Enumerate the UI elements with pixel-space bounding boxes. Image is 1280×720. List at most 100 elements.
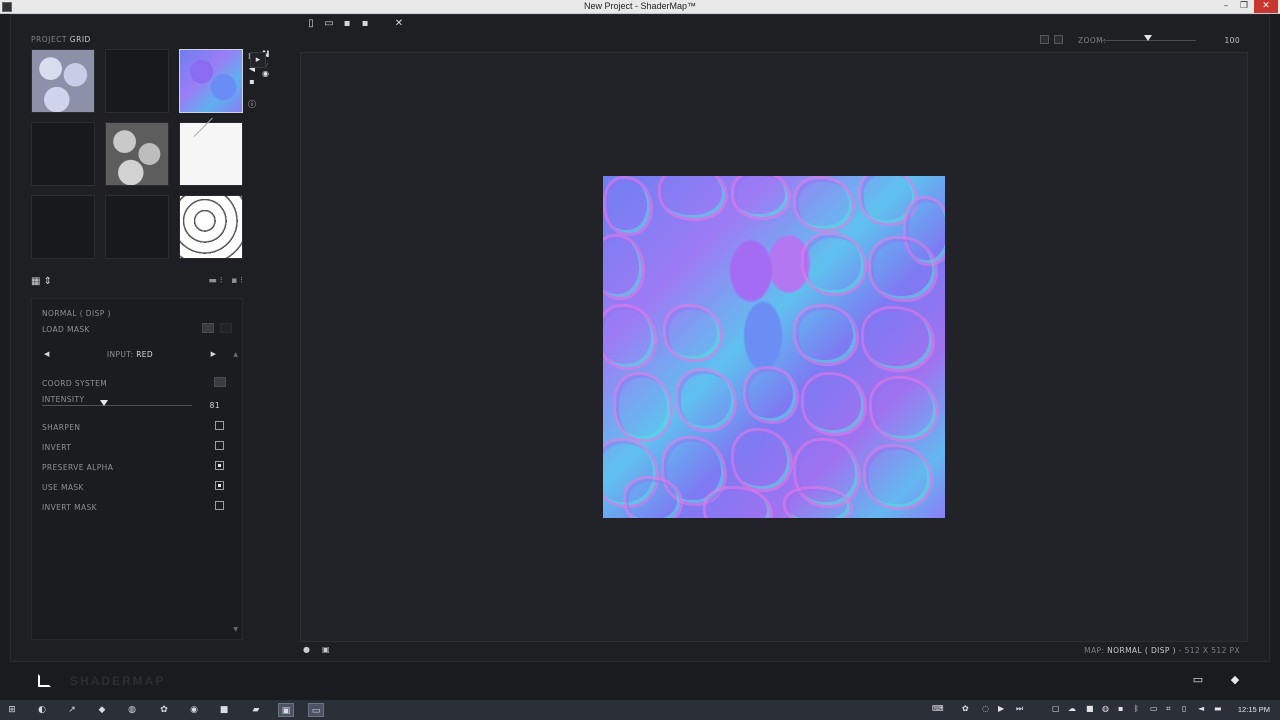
fit-view-button[interactable] [1040,35,1049,44]
load-mask-button[interactable] [202,323,214,333]
taskbar-clock: 12:15 PM [1237,705,1270,714]
grid-cell-empty[interactable] [105,49,169,113]
tray-app-icon[interactable]: ✿ [962,704,969,713]
os-taskbar: ⊞ ◐ ↗ ◆ ◍ ✿ ◉ ■ ▰ ▣ ▭ ⌨ ✿ ◌ ▶ ⏭ ▢ ☁ ■ ◍ … [0,700,1280,720]
normal-map-stone [603,176,653,236]
tray-app-icon[interactable]: ■ [1086,704,1094,713]
add-node-button[interactable]: ▸ [250,52,266,68]
properties-panel: NORMAL ( DISP ) LOAD MASK ▲ ◀ INPUT: RED… [31,298,243,640]
normal-map-stone [801,372,867,436]
grid-cell-diffuse[interactable] [31,49,95,113]
grid-file-icons[interactable]: ▬ ⁝ ▪ ⁝ [208,276,243,286]
option-checkbox[interactable] [215,481,224,490]
tray-app-icon[interactable]: ▭ [1150,704,1158,713]
coord-system-row: COORD SYSTEM [42,377,234,391]
normal-map-stone [801,232,867,296]
coord-system-button[interactable] [214,377,226,387]
intensity-slider-thumb[interactable] [99,400,108,406]
minimize-button[interactable]: – [1218,0,1234,13]
option-checkbox[interactable] [215,421,224,430]
taskbar-app-icon[interactable]: ◐ [34,703,50,717]
tray-app-icon[interactable]: ▪ [1118,704,1123,713]
map-name-row: NORMAL ( DISP ) [42,309,111,318]
option-checkbox[interactable] [215,441,224,450]
input-channel-selector: ◀ INPUT: RED ▶ [44,350,216,359]
grid-cell-empty[interactable] [31,122,95,186]
option-checkbox[interactable] [215,461,224,470]
network-icon[interactable]: ⌗ [1166,704,1171,714]
save-as-icon[interactable]: ▪ [359,17,371,31]
normal-map-stone [658,176,728,221]
window-layout-icon[interactable]: ▭ [1191,673,1205,687]
actual-size-button[interactable] [1054,35,1063,44]
start-icon[interactable]: ⊞ [4,703,20,717]
new-file-icon[interactable]: ▯ [305,17,317,31]
option-checkbox[interactable] [215,501,224,510]
zoom-slider-thumb[interactable] [1144,35,1152,41]
normal-map-stone [743,366,799,424]
taskbar-window-icon[interactable]: ▭ [308,703,324,717]
taskbar-app-icon[interactable]: ✿ [156,703,172,717]
grid-cell-edge-map[interactable] [179,195,243,259]
normal-map-stone [613,372,673,442]
zoom-value: 100 [1224,36,1240,45]
eye-icon[interactable]: ◉ [262,69,274,78]
save-map-icon[interactable]: ▪ [246,76,258,87]
tray-app-icon[interactable]: ☁ [1068,704,1076,713]
taskbar-app-icon[interactable]: ■ [216,703,232,717]
taskbar-app-icon[interactable]: ↗ [64,703,80,717]
grid-cell-normal-selected[interactable] [179,49,243,113]
open-folder-icon[interactable]: ▭ [323,17,335,31]
close-button[interactable]: ✕ [1254,0,1278,13]
scroll-down-icon[interactable]: ▼ [233,626,238,633]
browser-icon[interactable]: ◍ [124,703,140,717]
sphere-preview-icon[interactable]: ● [303,645,313,655]
map-info: MAP: NORMAL ( DISP ) - 512 X 512 PX [1084,646,1240,655]
intensity-slider-track[interactable] [42,405,192,406]
media-next-icon[interactable]: ⏭ [1016,704,1023,714]
project-grid-label: PROJECT GRID [31,35,91,44]
shield-icon[interactable]: ◆ [94,703,110,717]
window-titlebar: New Project - ShaderMap™ – ❐ ✕ [0,0,1280,14]
status-line: ● ▣ MAP: NORMAL ( DISP ) - 512 X 512 PX [300,645,1248,657]
shadermap-taskbar-icon[interactable]: ▣ [278,703,294,717]
save-icon[interactable]: ▪ [341,17,353,31]
lock-icon[interactable]: ▣ [322,645,332,655]
bottom-bar: SHADERMAP ▭ ◆ [0,662,1280,700]
grid-cell-displacement[interactable] [105,122,169,186]
grid-view-icon[interactable]: ▦ ⇕ [31,276,52,287]
tray-app-icon[interactable]: ▬ [1214,704,1222,713]
normal-map-stone [731,428,793,492]
info-icon[interactable]: ⓘ [246,99,258,110]
intensity-value: 81 [209,401,220,410]
maximize-button[interactable]: ❐ [1236,0,1252,13]
cube-3d-icon[interactable]: ◆ [1228,673,1242,687]
normal-map-stone [663,304,723,362]
tray-app-icon[interactable]: ▢ [1052,704,1060,713]
volume-icon[interactable]: ◄ [1198,704,1204,713]
media-play-icon[interactable]: ▶ [998,704,1004,713]
keyboard-icon[interactable]: ⌨ [932,704,944,713]
normal-map-stone [869,376,939,442]
zoom-bar: ZOOM: 100 [1040,34,1240,46]
folder-icon[interactable]: ▰ [248,703,264,717]
option-row: INVERT MASK [42,501,234,515]
scroll-up-icon[interactable]: ▲ [233,351,238,358]
action-center-icon[interactable]: ▯ [1182,704,1186,713]
settings-tools-icon[interactable]: ✕ [393,17,405,31]
bluetooth-icon[interactable]: ᛒ [1134,704,1139,713]
normal-map-stone [731,176,791,220]
taskbar-app-icon[interactable]: ◉ [186,703,202,717]
normal-map-stone [603,234,645,300]
clear-mask-button[interactable] [220,323,232,333]
load-mask-row: LOAD MASK [42,323,234,337]
option-row: INVERT [42,441,234,455]
grid-cell-empty[interactable] [31,195,95,259]
tray-app-icon[interactable]: ◍ [1102,704,1109,713]
normal-map-preview[interactable] [603,176,945,518]
grid-cell-empty[interactable] [105,195,169,259]
media-prev-icon[interactable]: ◌ [982,704,989,713]
window-title: New Project - ShaderMap™ [583,1,697,11]
input-next-button[interactable]: ▶ [211,350,216,358]
grid-cell-mask[interactable] [179,122,243,186]
